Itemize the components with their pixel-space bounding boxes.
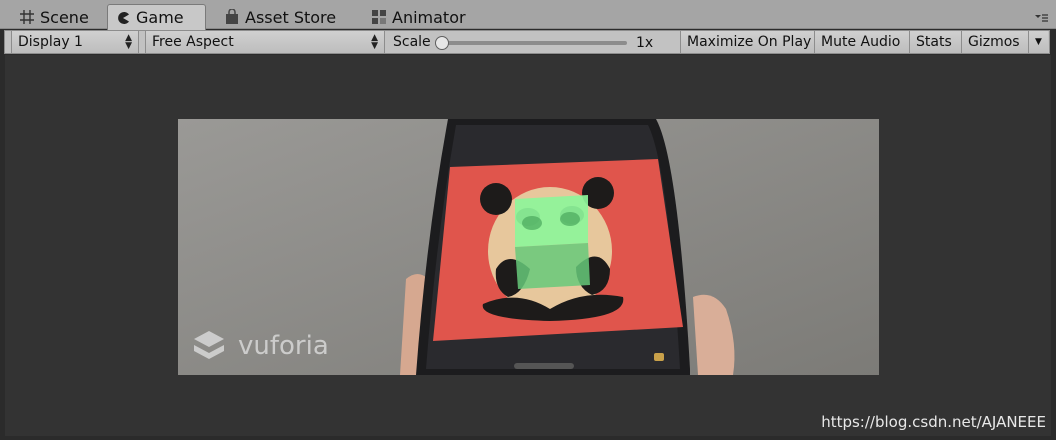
game-toolbar: Display 1 ▲ ▼ Free Aspect ▲ ▼ Scale 1x Max… [4,30,1050,54]
panel-menu-icon[interactable] [1034,12,1048,24]
tab-animator-label: Animator [392,7,466,27]
tab-asset-store-label: Asset Store [245,7,337,27]
tab-game-label: Game [136,8,184,27]
camera-feed: vuforia [178,119,879,375]
tab-animator[interactable]: Animator [364,5,474,29]
vuforia-watermark: vuforia [192,329,329,363]
scale-value: 1x [636,35,654,51]
tab-scene[interactable]: Scene [12,5,97,29]
aspect-dropdown-value: Free Aspect [152,34,234,50]
tab-scene-label: Scene [40,7,89,27]
maximize-on-play-toggle[interactable]: Maximize On Play [681,31,815,53]
vuforia-text: vuforia [238,331,329,361]
editor-tab-bar: Scene Game Asset Store Animator [0,0,1056,30]
scale-label: Scale [393,34,431,50]
bag-icon [223,8,241,26]
tab-asset-store[interactable]: Asset Store [217,5,344,29]
scale-slider-track[interactable] [441,41,627,45]
pacman-icon [114,9,132,27]
mute-audio-label: Mute Audio [821,34,901,50]
gizmos-toggle[interactable]: Gizmos [962,31,1028,53]
grid-icon [18,8,36,26]
mute-audio-toggle[interactable]: Mute Audio [815,31,910,53]
maximize-on-play-label: Maximize On Play [687,34,812,50]
display-dropdown[interactable]: Display 1 ▲ ▼ [11,31,139,53]
gizmos-dropdown-arrow-icon[interactable]: ▼ [1028,31,1048,53]
source-watermark: https://blog.csdn.net/AJANEEE [821,413,1046,431]
updown-arrows-icon: ▲ ▼ [371,33,378,51]
stats-toggle[interactable]: Stats [910,31,962,53]
animator-icon [370,8,388,26]
tab-game[interactable]: Game [107,4,206,30]
stats-label: Stats [916,34,952,50]
scale-slider-thumb[interactable] [435,36,449,50]
scale-control: Scale 1x [385,31,681,53]
aspect-dropdown[interactable]: Free Aspect ▲ ▼ [145,31,385,53]
vuforia-logo-icon [194,331,224,359]
display-dropdown-value: Display 1 [18,34,83,50]
gizmos-label: Gizmos [968,34,1020,50]
updown-arrows-icon: ▲ ▼ [125,33,132,51]
